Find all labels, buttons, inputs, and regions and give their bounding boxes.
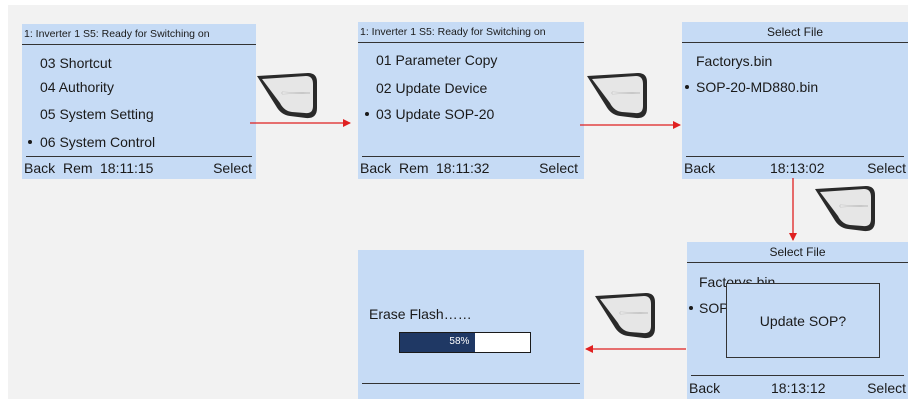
flow-diagram: 1: Inverter 1 S5: Ready for Switching on… <box>8 5 908 399</box>
keypad-select-key-icon <box>815 186 875 232</box>
keypad-select-key-icon <box>595 293 655 339</box>
keypad-select-key-icon <box>257 73 317 119</box>
keypad-select-key-icon <box>587 73 647 119</box>
flow-arrows <box>250 73 875 353</box>
